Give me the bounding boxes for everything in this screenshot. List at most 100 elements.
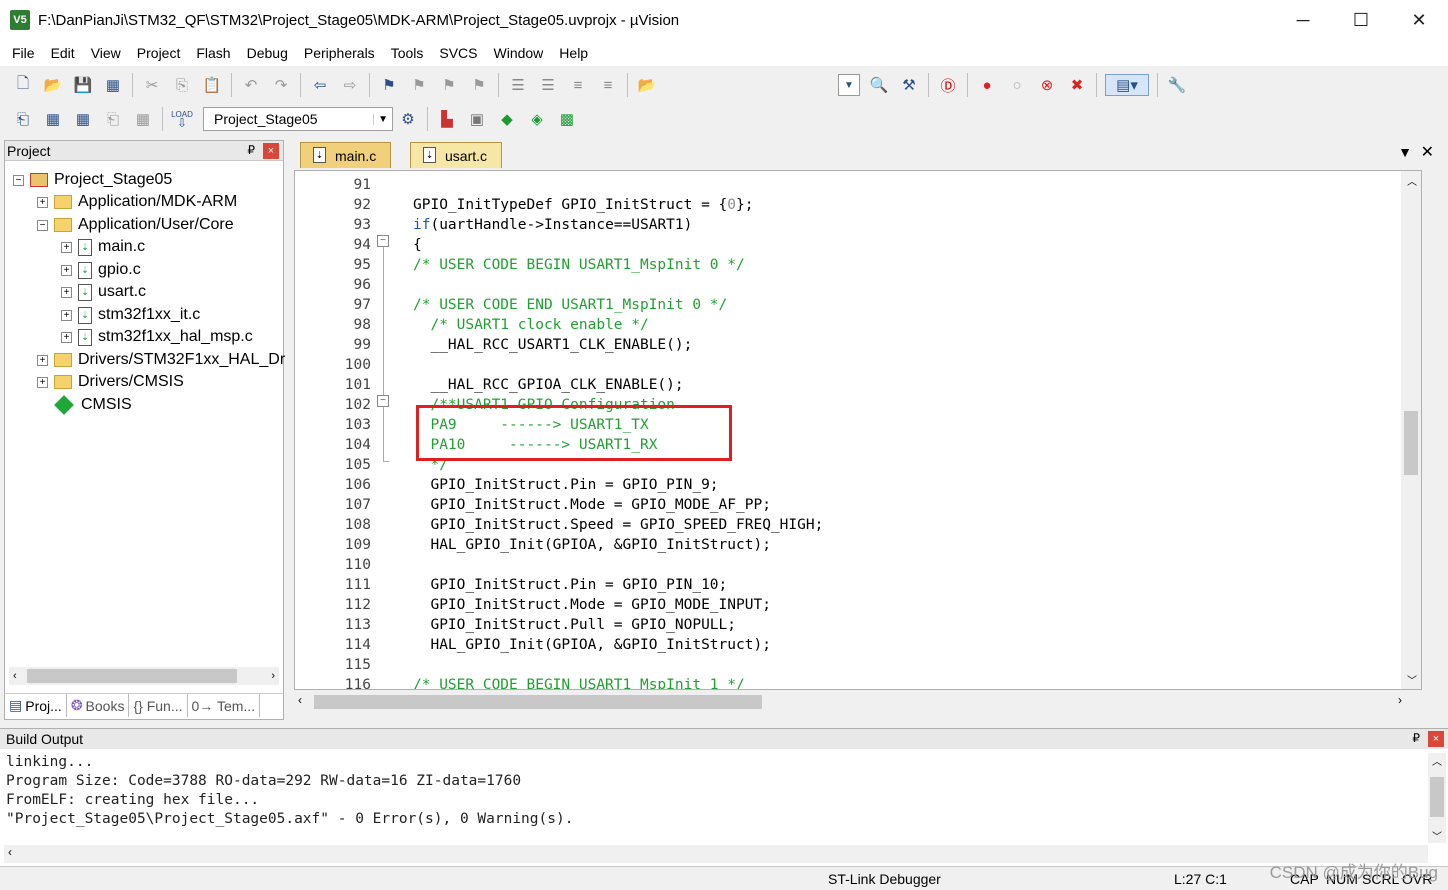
breakpoint-kill-all-icon[interactable]: ✖	[1066, 74, 1088, 96]
breakpoint-disable-all-icon[interactable]: ⊗	[1036, 74, 1058, 96]
expand-icon[interactable]: +	[61, 309, 72, 321]
find-in-files-icon[interactable]: 📂	[636, 74, 658, 96]
tree-node-group[interactable]: − Application/User/Core	[37, 214, 234, 236]
menu-view[interactable]: View	[83, 45, 129, 61]
find-combo-dropdown-icon[interactable]: ▼	[838, 74, 860, 96]
tree-node-file[interactable]: + ⇣ gpio.c	[61, 259, 141, 281]
scroll-right-icon[interactable]: ›	[1398, 693, 1402, 707]
menu-project[interactable]: Project	[129, 45, 189, 61]
bookmark-clear-icon[interactable]: ⚑	[468, 74, 490, 96]
tree-node-component[interactable]: CMSIS	[54, 394, 132, 416]
scrollbar-thumb[interactable]	[1430, 777, 1444, 817]
scroll-left-icon[interactable]: ‹	[9, 670, 21, 682]
debug-session-icon[interactable]: Ⓓ	[937, 74, 959, 96]
tab-templates[interactable]: 0→ Tem...	[188, 694, 261, 717]
menu-window[interactable]: Window	[486, 45, 552, 61]
batch-build-icon[interactable]: ⎗	[102, 108, 124, 130]
window-layout-icon[interactable]: ▤▾	[1105, 74, 1149, 96]
tree-node-file[interactable]: + ⇣ stm32f1xx_it.c	[61, 304, 200, 326]
bookmark-insert-icon[interactable]: ⚑	[378, 74, 400, 96]
redo-icon[interactable]: ↷	[270, 74, 292, 96]
translate-icon[interactable]: ⎗	[12, 108, 34, 130]
download-load-icon[interactable]: LOAD ⇩	[171, 108, 193, 130]
pack-installer-icon[interactable]: ▩	[556, 108, 578, 130]
stop-build-icon[interactable]: ▦	[132, 108, 154, 130]
pin-icon[interactable]: ₽	[1412, 731, 1420, 745]
scroll-left-icon[interactable]: ‹	[8, 845, 12, 859]
bookmark-prev-icon[interactable]: ⚑	[408, 74, 430, 96]
build-horizontal-scrollbar[interactable]: ‹	[4, 845, 1428, 863]
tab-functions[interactable]: {} Fun...	[129, 694, 188, 717]
navigate-forward-icon[interactable]: ⇨	[339, 74, 361, 96]
menu-svcs[interactable]: SVCS	[431, 45, 485, 61]
minimize-button[interactable]: ─	[1274, 0, 1332, 40]
rebuild-icon[interactable]: ▦	[72, 108, 94, 130]
tree-node-group[interactable]: + Drivers/CMSIS	[37, 371, 184, 393]
save-icon[interactable]: 💾	[72, 74, 94, 96]
select-packs-icon[interactable]: ◈	[526, 108, 548, 130]
expand-icon[interactable]: +	[61, 331, 72, 343]
expand-icon[interactable]: +	[61, 264, 72, 276]
scrollbar-thumb[interactable]	[1404, 411, 1418, 475]
tab-main-c[interactable]: ⇣ main.c	[300, 142, 392, 168]
menu-tools[interactable]: Tools	[383, 45, 432, 61]
configure-wrench-icon[interactable]: 🔧	[1166, 74, 1188, 96]
expand-icon[interactable]: +	[37, 196, 48, 208]
tab-project[interactable]: ▤ Proj...	[5, 694, 67, 717]
editor-horizontal-scrollbar[interactable]: ‹ ›	[294, 692, 1422, 712]
menu-flash[interactable]: Flash	[188, 45, 238, 61]
editor-vertical-scrollbar[interactable]: ︿ ﹀	[1401, 171, 1421, 689]
tree-node-file[interactable]: + ⇣ main.c	[61, 236, 145, 258]
close-button[interactable]: ✕	[1390, 0, 1448, 40]
fold-collapse-icon[interactable]: −	[377, 235, 389, 247]
paste-icon[interactable]: 📋	[201, 74, 223, 96]
tab-usart-c[interactable]: ⇣ usart.c	[410, 142, 503, 168]
target-options-icon[interactable]: ⚙	[397, 108, 419, 130]
indent-icon[interactable]: ☰	[507, 74, 529, 96]
uncomment-icon[interactable]: ≡	[597, 74, 619, 96]
scroll-up-icon[interactable]: ︿	[1432, 753, 1442, 768]
manage-components-icon[interactable]: ▣	[466, 108, 488, 130]
incremental-find-icon[interactable]: ⚒	[898, 74, 920, 96]
tab-books[interactable]: ❂ Books	[67, 694, 130, 717]
tree-node-file[interactable]: + ⇣ usart.c	[61, 281, 146, 303]
menu-edit[interactable]: Edit	[43, 45, 83, 61]
run-time-environment-icon[interactable]: ◆	[496, 108, 518, 130]
navigate-back-icon[interactable]: ⇦	[309, 74, 331, 96]
collapse-icon[interactable]: −	[37, 219, 48, 231]
tree-node-project[interactable]: − Project_Stage05	[13, 169, 172, 191]
breakpoint-insert-icon[interactable]: ●	[976, 74, 998, 96]
target-select[interactable]: Project_Stage05 ▼	[203, 107, 393, 131]
expand-icon[interactable]: +	[61, 241, 72, 253]
tree-horizontal-scrollbar[interactable]: ‹ ›	[9, 667, 279, 685]
cut-icon[interactable]: ✂	[141, 74, 163, 96]
menu-peripherals[interactable]: Peripherals	[296, 45, 383, 61]
expand-icon[interactable]: +	[61, 286, 72, 298]
scrollbar-thumb[interactable]	[314, 695, 762, 709]
file-extensions-icon[interactable]: ▙	[436, 108, 458, 130]
maximize-button[interactable]: ☐	[1332, 0, 1390, 40]
build-vertical-scrollbar[interactable]: ︿ ﹀	[1428, 753, 1446, 843]
pin-icon[interactable]: ₽	[247, 143, 255, 157]
build-icon[interactable]: ▦	[42, 108, 64, 130]
scroll-down-icon[interactable]: ﹀	[1407, 672, 1417, 687]
find-icon[interactable]: 🔍	[868, 74, 890, 96]
menu-debug[interactable]: Debug	[239, 45, 296, 61]
scrollbar-thumb[interactable]	[26, 669, 237, 683]
copy-icon[interactable]: ⎘	[171, 74, 193, 96]
tree-node-file[interactable]: + ⇣ stm32f1xx_hal_msp.c	[61, 326, 253, 348]
save-all-icon[interactable]: ▦	[102, 74, 124, 96]
bookmark-next-icon[interactable]: ⚑	[438, 74, 460, 96]
unindent-icon[interactable]: ☰	[537, 74, 559, 96]
scroll-left-icon[interactable]: ‹	[298, 693, 302, 707]
breakpoint-enable-icon[interactable]: ○	[1006, 74, 1028, 96]
tree-node-group[interactable]: + Application/MDK-ARM	[37, 191, 237, 213]
fold-collapse-icon[interactable]: −	[377, 395, 389, 407]
undo-icon[interactable]: ↶	[240, 74, 262, 96]
new-file-icon[interactable]: 🗋	[12, 74, 34, 96]
scroll-up-icon[interactable]: ︿	[1407, 173, 1417, 188]
close-tab-icon[interactable]: ✕	[1421, 142, 1434, 162]
expand-icon[interactable]: +	[37, 376, 48, 388]
scroll-down-icon[interactable]: ﹀	[1432, 828, 1442, 843]
scroll-right-icon[interactable]: ›	[267, 670, 279, 682]
